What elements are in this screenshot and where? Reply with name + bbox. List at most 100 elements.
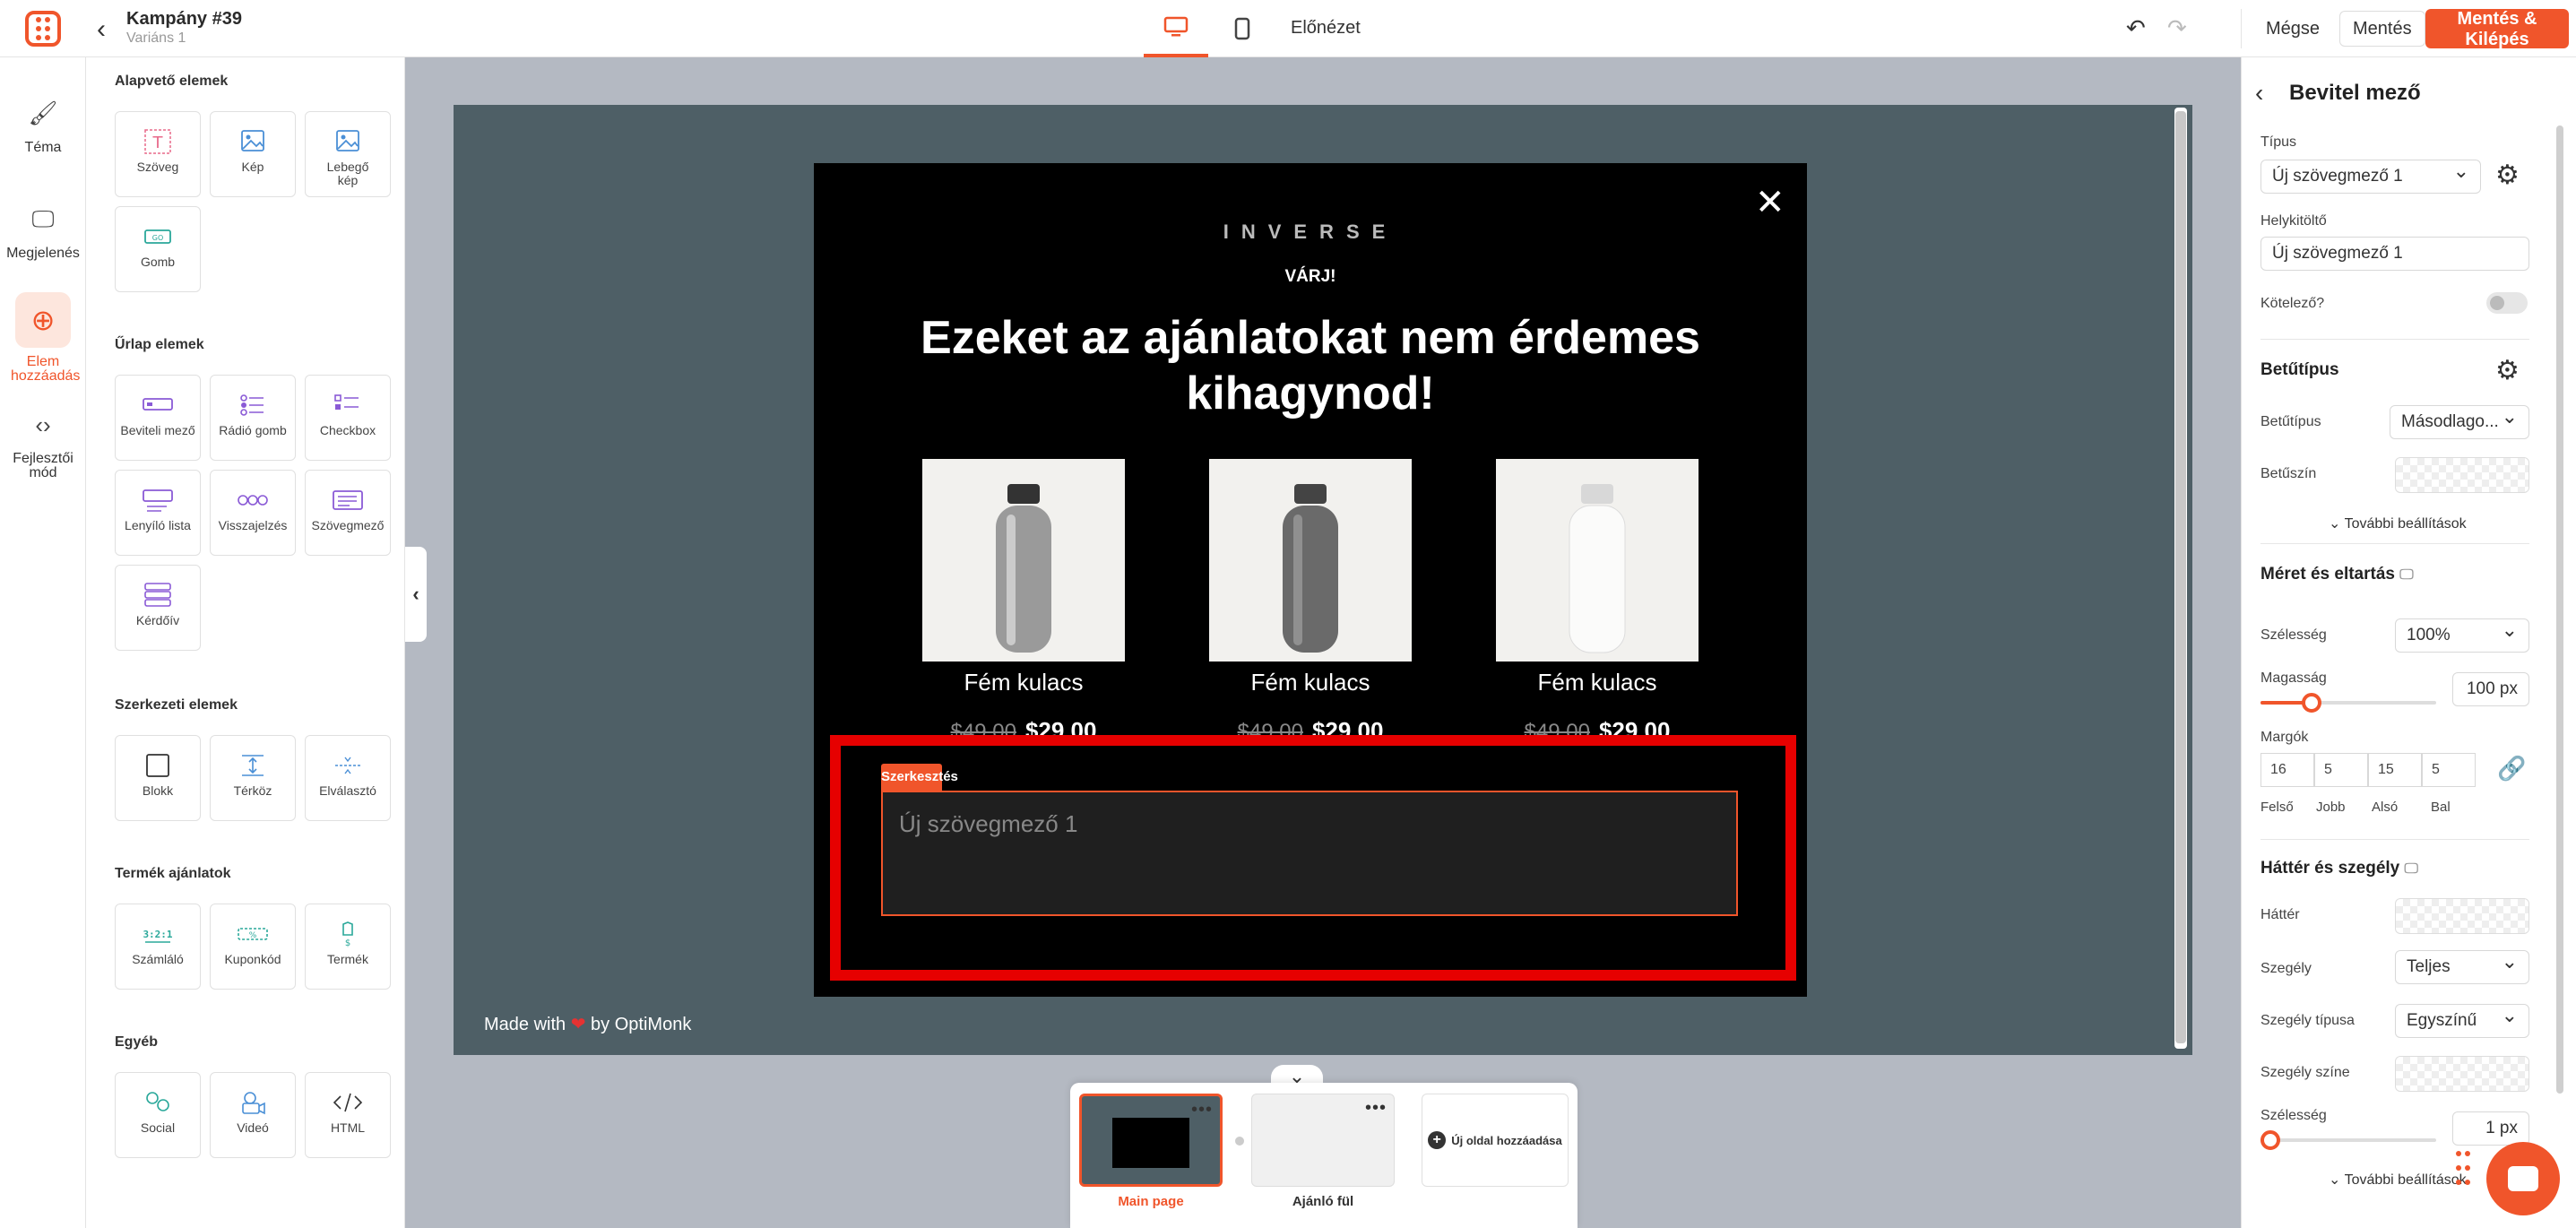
page-thumb-preview [1112, 1118, 1189, 1168]
tile-survey[interactable]: Kérdőív [115, 565, 201, 651]
tile-image[interactable]: Kép [210, 111, 296, 197]
bottle-image [1569, 484, 1626, 653]
page-thumb-teaser[interactable]: ••• [1251, 1094, 1395, 1187]
divider-icon [335, 757, 360, 774]
bg-color-swatch[interactable] [2395, 898, 2529, 934]
plus-icon: + [1428, 1131, 1447, 1149]
type-select[interactable]: Új szövegmező 1 [2260, 160, 2481, 194]
border-width-slider[interactable] [2260, 1138, 2436, 1142]
border-select[interactable]: Teljes [2395, 950, 2529, 984]
margin-right-input[interactable]: 5 [2314, 753, 2368, 787]
back-chevron-icon[interactable]: ‹ [2255, 79, 2263, 108]
product-name[interactable]: Fém kulacs [1496, 669, 1699, 696]
campaign-title: Kampány #39 [126, 9, 242, 29]
tile-button[interactable]: GO Gomb [115, 206, 201, 292]
tile-checkbox[interactable]: Checkbox [305, 375, 391, 461]
tile-product[interactable]: $ Termék [305, 904, 391, 990]
gear-icon[interactable]: ⚙ [2495, 355, 2520, 386]
margin-left-input[interactable]: 5 [2422, 753, 2476, 787]
preview-button[interactable]: Előnézet [1291, 18, 1361, 39]
more-settings-link[interactable]: ⌄ További beállítások [2329, 515, 2467, 532]
tile-spacer[interactable]: Térköz [210, 735, 296, 821]
popup-kicker[interactable]: VÁRJ! [814, 267, 1807, 287]
border-type-select[interactable]: Egyszínű [2395, 1004, 2529, 1038]
image-icon [241, 130, 264, 151]
tile-textarea[interactable]: Szövegmező [305, 470, 391, 556]
border-color-swatch[interactable] [2395, 1056, 2529, 1092]
tile-countdown[interactable]: 3:2:1 Számláló [115, 904, 201, 990]
page-thumb-main[interactable]: ••• [1079, 1094, 1223, 1187]
chat-button[interactable] [2486, 1142, 2560, 1215]
rail-item-appearance[interactable]: 🖵 Megjelenés [0, 199, 86, 262]
tile-floating-image[interactable]: Lebegő kép [305, 111, 391, 197]
made-with-footer[interactable]: Made with ❤ by OptiMonk [484, 1013, 691, 1035]
rail-item-theme[interactable]: 🖌 Téma [0, 93, 86, 156]
svg-text:$: $ [345, 938, 350, 947]
tile-social[interactable]: Social [115, 1072, 201, 1158]
tile-html[interactable]: HTML [305, 1072, 391, 1158]
coupon-icon: % [238, 928, 268, 940]
tile-feedback[interactable]: Visszajelzés [210, 470, 296, 556]
product-image[interactable] [922, 459, 1125, 662]
close-icon[interactable]: ✕ [1755, 185, 1785, 221]
more-icon[interactable]: ••• [1365, 1098, 1387, 1119]
tile-video[interactable]: Videó [210, 1072, 296, 1158]
page-label-teaser[interactable]: Ajánló fül [1251, 1194, 1395, 1209]
rail-label: Fejlesztői mód [13, 451, 73, 480]
more-icon[interactable]: ••• [1191, 1100, 1213, 1120]
font-select[interactable]: Másodlago... [2390, 405, 2529, 439]
block-icon [146, 754, 169, 777]
tile-text[interactable]: T Szöveg [115, 111, 201, 197]
product-image[interactable] [1209, 459, 1412, 662]
add-page-button[interactable]: + Új oldal hozzáadása [1422, 1094, 1569, 1187]
placeholder-input[interactable]: Új szövegmező 1 [2260, 237, 2529, 271]
product-image[interactable] [1496, 459, 1699, 662]
undo-icon[interactable]: ↶ [2126, 14, 2146, 42]
product-name[interactable]: Fém kulacs [922, 669, 1125, 696]
product-icon: $ [342, 921, 353, 947]
video-icon [242, 1092, 265, 1115]
font-color-swatch[interactable] [2395, 457, 2529, 493]
product-name[interactable]: Fém kulacs [1209, 669, 1412, 696]
more-settings-link[interactable]: ⌄ További beállítások [2329, 1171, 2467, 1189]
height-slider-knob[interactable] [2302, 693, 2321, 713]
edit-badge[interactable]: Szerkesztés [881, 764, 958, 791]
tile-input[interactable]: Beviteli mező [115, 375, 201, 461]
desktop-view-button[interactable] [1144, 0, 1208, 57]
rail-item-add-element[interactable]: ⊕ Elem hozzáadás [0, 292, 86, 384]
save-exit-button[interactable]: Mentés & Kilépés [2425, 9, 2569, 49]
popup-headline[interactable]: Ezeket az ajánlatokat nem érdemes kihagy… [860, 310, 1760, 421]
tile-radio[interactable]: Rádió gomb [210, 375, 296, 461]
back-chevron-icon[interactable]: ‹ [97, 14, 106, 45]
popup-input-field[interactable]: Új szövegmező 1 [881, 791, 1738, 916]
collapse-sidebar-chevron-icon[interactable]: ‹ [405, 547, 427, 642]
gear-icon[interactable]: ⚙ [2495, 160, 2520, 191]
tile-block[interactable]: Blokk [115, 735, 201, 821]
rail-item-developer[interactable]: ‹› Fejlesztői mód [0, 405, 86, 480]
redo-icon[interactable]: ↷ [2167, 14, 2187, 42]
link-icon[interactable]: 🔗 [2497, 755, 2526, 783]
width-label: Szélesség [2260, 627, 2327, 643]
canvas-scrollbar-thumb[interactable] [2175, 111, 2186, 1043]
panel-scrollbar[interactable] [2556, 125, 2563, 1094]
drag-handle-icon[interactable] [2456, 1151, 2470, 1190]
border-width-input[interactable]: 1 px [2452, 1111, 2529, 1146]
margin-top-input[interactable]: 16 [2260, 753, 2314, 787]
tile-dropdown[interactable]: Lenyíló lista [115, 470, 201, 556]
page-label-main[interactable]: Main page [1079, 1194, 1223, 1209]
mobile-view-button[interactable] [1219, 0, 1266, 57]
optimonk-logo-icon[interactable] [25, 11, 61, 47]
width-select[interactable]: 100% [2395, 618, 2529, 653]
tile-coupon[interactable]: % Kuponkód [210, 904, 296, 990]
required-toggle[interactable] [2486, 292, 2528, 314]
cancel-button[interactable]: Mégse [2257, 13, 2330, 45]
save-button[interactable]: Mentés [2339, 11, 2425, 47]
section-basic: Alapvető elemek [115, 74, 229, 89]
tile-divider[interactable]: Elválasztó [305, 735, 391, 821]
left-rail: 🖌 Téma 🖵 Megjelenés ⊕ Elem hozzáadás ‹› … [0, 57, 86, 1228]
margin-bottom-input[interactable]: 15 [2368, 753, 2422, 787]
bg-section-title: Háttér és szegély 🖵 [2260, 859, 2418, 878]
height-input[interactable]: 100 px [2452, 672, 2529, 706]
font-section-title: Betűtípus [2260, 360, 2339, 379]
border-width-slider-knob[interactable] [2260, 1130, 2280, 1150]
